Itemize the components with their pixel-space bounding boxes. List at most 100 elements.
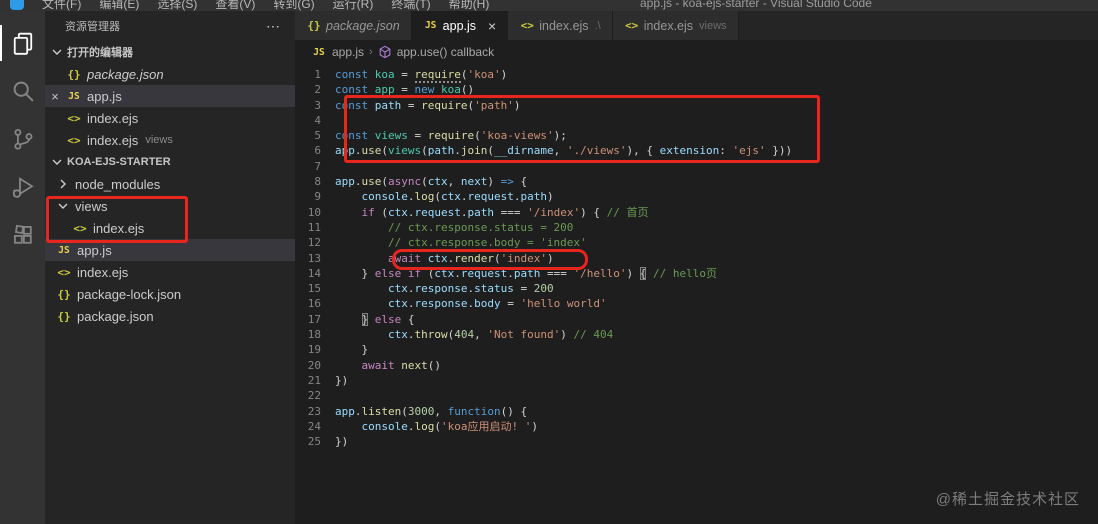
- code-token: './views': [566, 144, 627, 158]
- line-number: 23: [307, 404, 321, 418]
- code-token: (: [487, 144, 494, 158]
- code-line-23: 23 app.listen(3000, function() {: [295, 404, 1098, 419]
- code-token: app: [335, 404, 355, 418]
- code-token: join: [460, 144, 488, 158]
- tree-item-views[interactable]: views: [45, 195, 295, 217]
- extensions-icon[interactable]: [0, 211, 45, 259]
- line-content: ctx.throw(404, 'Not found') // 404: [335, 327, 613, 342]
- code-token: '/hello': [573, 266, 627, 280]
- breadcrumb-symbol[interactable]: app.use() callback: [397, 45, 494, 59]
- tree-item-index.ejs[interactable]: <> index.ejs: [45, 261, 295, 283]
- code-token: ctx: [427, 175, 448, 189]
- code-token: ctx: [387, 328, 408, 342]
- code-token: 'ejs': [732, 144, 766, 158]
- code-token: =>: [500, 175, 514, 189]
- menubar-item[interactable]: 运行(R): [333, 0, 374, 11]
- project-root-header[interactable]: KOA-EJS-STARTER: [45, 151, 295, 173]
- code-token: path: [520, 190, 547, 204]
- menubar-item[interactable]: 帮助(H): [449, 0, 490, 11]
- tree-item-app.js[interactable]: JS app.js: [45, 239, 295, 261]
- menubar: 文件(F) 编辑(E) 选择(S) 查看(V) 转到(G) 运行(R) 终端(T) 帮助(H)…: [0, 0, 1098, 11]
- open-editor-item-index.ejs[interactable]: <> index.ejs: [45, 107, 295, 129]
- code-token: app: [374, 83, 395, 97]
- editor-area: {} package.json JS app.js × <> index.ejs .\ <> in…: [295, 11, 1098, 524]
- code-token: }): [335, 435, 349, 449]
- chevron-down-icon: [55, 198, 71, 214]
- code-line-24: 24 console.log('koa应用启动! '): [295, 419, 1098, 434]
- code-token: koa: [441, 83, 461, 97]
- code-token: console: [361, 419, 408, 433]
- line-content: if (ctx.request.path === '/index') { // …: [335, 205, 649, 220]
- activity-bar: [0, 11, 45, 524]
- code-token: if: [407, 266, 422, 280]
- code-token: 3000: [407, 404, 435, 418]
- open-editor-item-package.json[interactable]: {} package.json: [45, 63, 295, 85]
- tab-package.json[interactable]: {} package.json: [295, 11, 412, 40]
- tab-index.ejs[interactable]: <> index.ejs views: [612, 11, 739, 40]
- close-icon[interactable]: ×: [488, 18, 496, 34]
- breadcrumb-file[interactable]: app.js: [332, 45, 364, 59]
- tab-label: index.ejs: [643, 18, 694, 33]
- line-number: 2: [314, 83, 321, 97]
- more-actions-icon[interactable]: ⋯: [266, 18, 281, 35]
- ejs-file-icon: <>: [520, 19, 534, 32]
- code-token: request: [467, 190, 514, 204]
- code-token: =: [394, 83, 415, 97]
- explorer-icon[interactable]: [0, 19, 45, 67]
- line-content: } else if (ctx.request.path === '/hello'…: [335, 266, 717, 281]
- code-token: {: [401, 312, 415, 326]
- file-label: index.ejs: [87, 132, 139, 148]
- code-token: (): [460, 83, 475, 97]
- close-icon[interactable]: ×: [45, 89, 65, 104]
- line-content: // ctx.response.status = 200: [335, 220, 573, 235]
- code-token: ctx: [434, 266, 455, 280]
- line-number: 22: [307, 389, 321, 403]
- code-token: require: [421, 98, 468, 112]
- tree-item-package.json[interactable]: {} package.json: [45, 305, 295, 327]
- search-icon[interactable]: [0, 67, 45, 115]
- tree-item-package-lock.json[interactable]: {} package-lock.json: [45, 283, 295, 305]
- code-editor[interactable]: 1 const koa = require('koa') 2 const app = …: [295, 64, 1098, 449]
- menubar-item[interactable]: 转到(G): [273, 0, 314, 11]
- code-line-8: 8 app.use(async(ctx, next) => {: [295, 174, 1098, 189]
- menubar-item[interactable]: 终端(T): [391, 0, 430, 11]
- open-editors-header[interactable]: 打开的编辑器: [45, 41, 295, 63]
- chevron-down-icon: [49, 44, 65, 60]
- folder-label: views: [75, 198, 108, 214]
- code-token: =: [394, 68, 415, 81]
- open-editor-item-app.js[interactable]: × JS app.js: [45, 85, 295, 107]
- menubar-item[interactable]: 选择(S): [157, 0, 197, 11]
- line-content: app.use(views(path.join(__dirname, './vi…: [335, 143, 792, 158]
- code-line-21: 21}): [295, 373, 1098, 388]
- tree-item-index.ejs[interactable]: <> index.ejs: [45, 217, 295, 239]
- code-token: const: [335, 98, 375, 112]
- code-token: =: [500, 297, 521, 311]
- line-content: }): [335, 434, 348, 449]
- code-token: ,: [474, 328, 488, 342]
- menu-items-container: 文件(F) 编辑(E) 选择(S) 查看(V) 转到(G) 运行(R) 终端(T) 帮助(H): [42, 0, 489, 11]
- open-editors-list: {} package.json × JS app.js <> index.ejs <> inde…: [45, 63, 295, 151]
- source-control-icon[interactable]: [0, 115, 45, 163]
- code-token: path: [513, 266, 541, 280]
- tab-index.ejs[interactable]: <> index.ejs .\: [508, 11, 613, 40]
- code-line-10: 10 if (ctx.request.path === '/index') { …: [295, 205, 1098, 220]
- menubar-item[interactable]: 文件(F): [42, 0, 81, 11]
- code-token: await: [387, 251, 422, 265]
- code-token: .: [454, 144, 461, 158]
- file-label: index.ejs: [87, 110, 139, 126]
- code-line-25: 25}): [295, 434, 1098, 449]
- code-token: 'koa应用启动! ': [440, 419, 532, 433]
- code-token: next: [401, 358, 428, 372]
- line-content: console.log('koa应用启动! '): [335, 419, 538, 434]
- run-debug-icon[interactable]: [0, 163, 45, 211]
- menubar-item[interactable]: 查看(V): [215, 0, 255, 11]
- code-token: ): [546, 190, 554, 204]
- code-token: response: [414, 282, 468, 296]
- tab-app.js[interactable]: JS app.js ×: [411, 11, 509, 40]
- open-editor-item-index.ejs[interactable]: <> index.ejs views: [45, 129, 295, 151]
- line-content: const views = require('koa-views');: [335, 128, 567, 143]
- tree-item-node_modules[interactable]: node_modules: [45, 173, 295, 195]
- menubar-item[interactable]: 编辑(E): [99, 0, 139, 11]
- code-token: next: [460, 175, 488, 189]
